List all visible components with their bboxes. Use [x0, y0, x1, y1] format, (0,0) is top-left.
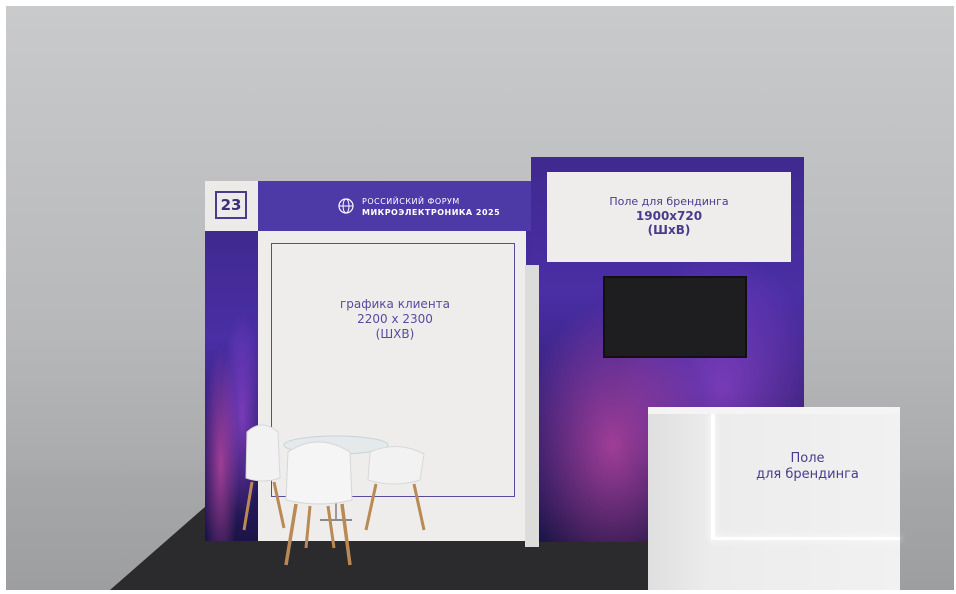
table-and-chairs	[242, 424, 426, 566]
chair-left	[242, 424, 286, 531]
exhibition-booth-render: 23 РОССИЙСКИЙ ФОРУМ МИКРОЭЛЕКТРОНИКА 202…	[0, 0, 956, 594]
chair-front	[284, 441, 353, 566]
chair-right	[364, 446, 426, 531]
